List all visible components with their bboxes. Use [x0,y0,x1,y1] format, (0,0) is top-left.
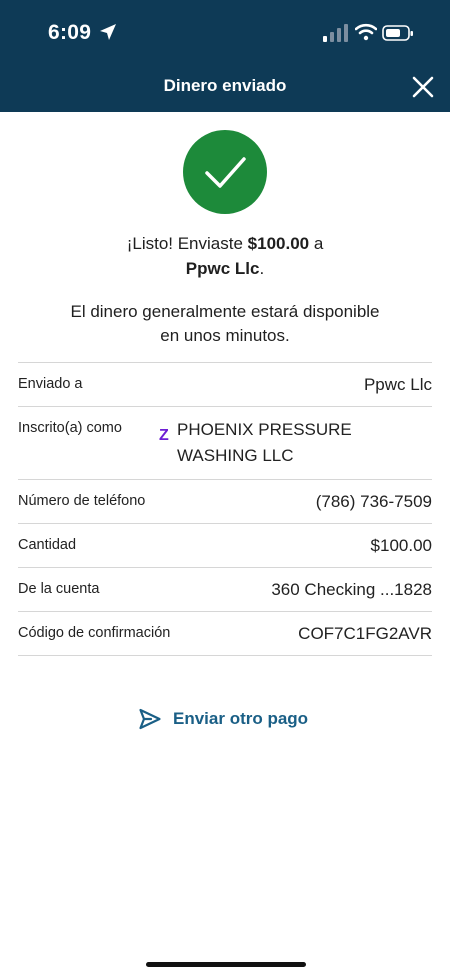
detail-value: $100.00 [370,536,432,555]
detail-row-account: De la cuenta 360 Checking ...1828 [18,568,432,612]
confirmation-recipient-line: Ppwc Llc. [0,258,450,280]
zelle-icon: Z [159,427,169,444]
detail-value: PHOENIX PRESSURE WASHING LLC [177,420,352,465]
paper-plane-icon [139,708,161,730]
detail-row-phone: Número de teléfono (786) 736-7509 [18,480,432,524]
home-indicator[interactable] [146,962,306,967]
detail-value: COF7C1FG2AVR [298,624,432,643]
send-another-payment-label: Enviar otro pago [173,709,309,728]
detail-label: De la cuenta [18,581,100,597]
success-check-badge [183,130,267,214]
detail-label: Cantidad [18,537,77,553]
confirmation-suffix: a [309,234,324,253]
detail-row-amount: Cantidad $100.00 [18,524,432,568]
header-bar: 6:09 Dinero enviado [0,0,450,112]
availability-note-line2: en unos minutos. [160,326,290,345]
detail-value: (786) 736-7509 [315,492,432,511]
cellular-signal-icon [323,24,348,42]
status-time: 6:09 [48,21,92,44]
page-title: Dinero enviado [163,76,287,95]
detail-value: 360 Checking ...1828 [271,580,432,599]
detail-label: Inscrito(a) como [18,420,122,436]
send-another-payment-button[interactable]: Enviar otro pago [138,705,308,733]
payment-details-table: Enviado a Ppwc Llc Inscrito(a) como Z PH… [18,362,432,656]
confirmation-period: . [259,259,265,278]
detail-row-confirmation-code: Código de confirmación COF7C1FG2AVR [18,612,432,656]
detail-label: Enviado a [18,376,83,392]
battery-icon [382,25,413,41]
detail-row-enrolled-as: Inscrito(a) como Z PHOENIX PRESSURE WASH… [18,407,432,480]
detail-row-sent-to: Enviado a Ppwc Llc [18,363,432,407]
availability-note-line1: El dinero generalmente estará disponible [70,302,380,321]
wifi-icon [355,23,377,41]
confirmation-message: ¡Listo! Enviaste $100.00 a [0,233,450,255]
confirmation-prefix: ¡Listo! Enviaste [126,234,248,253]
detail-value: Ppwc Llc [363,375,432,394]
availability-note: El dinero generalmente estará disponible… [0,300,450,348]
detail-label: Código de confirmación [18,625,171,641]
detail-label: Número de teléfono [18,493,146,509]
location-arrow-icon [100,24,116,40]
confirmation-amount: $100.00 [247,234,310,253]
close-icon[interactable] [410,74,436,100]
checkmark-icon [205,157,246,188]
confirmation-recipient: Ppwc Llc [185,259,260,278]
